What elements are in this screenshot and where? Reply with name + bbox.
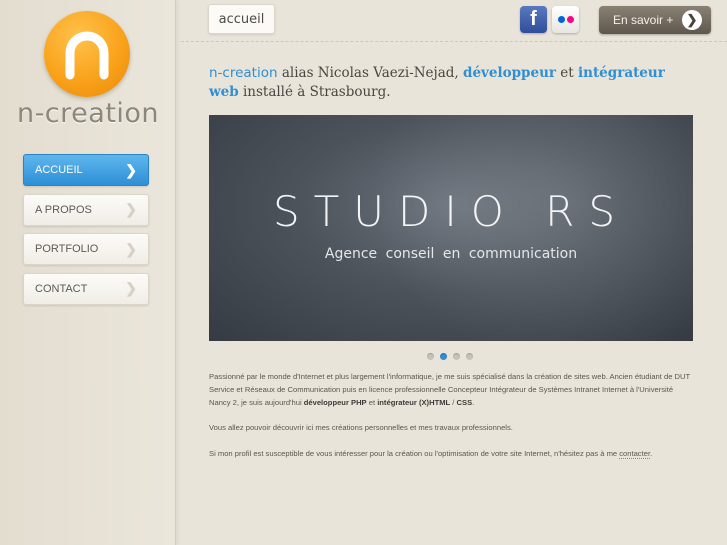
paragraph: Si mon profil est susceptible de vous in…: [209, 448, 653, 459]
image-slider[interactable]: STUDIO RS Agence conseil en communicatio…: [209, 115, 693, 341]
nav-item-label: ACCUEIL: [35, 164, 83, 176]
chevron-right-icon: ❯: [125, 280, 137, 296]
en-savoir-plus-button[interactable]: En savoir + ❯: [599, 6, 711, 34]
slide-title: STUDIO RS: [272, 187, 630, 236]
nav-item-a-propos[interactable]: A PROPOS ❯: [23, 193, 149, 226]
slider-dot-active[interactable]: [440, 353, 447, 360]
slider-dot[interactable]: [427, 353, 434, 360]
paragraph: Vous allez pouvoir découvrir ici mes cré…: [209, 423, 513, 433]
tab-accueil[interactable]: accueil: [208, 4, 275, 34]
flickr-icon[interactable]: [552, 6, 579, 33]
nav-item-label: A PROPOS: [35, 203, 92, 216]
paragraph: Passionné par le monde d'Internet et plu…: [209, 372, 691, 407]
chevron-right-icon: ❯: [682, 10, 702, 30]
intro-highlight: développeur: [463, 65, 556, 81]
chevron-right-icon: ❯: [125, 240, 137, 257]
facebook-icon[interactable]: f: [520, 6, 547, 33]
logo-text[interactable]: n-creation: [0, 98, 176, 129]
en-savoir-plus-label: En savoir +: [613, 13, 674, 27]
nav-item-contact[interactable]: CONTACT ❯: [23, 272, 149, 305]
sidebar: n-creation ACCUEIL ❯ A PROPOS ❯ PORTFOLI…: [0, 0, 176, 545]
slide-subtitle: Agence conseil en communication: [324, 246, 578, 262]
chevron-right-icon: ❯: [125, 161, 137, 178]
nav-item-label: CONTACT: [35, 282, 88, 295]
chevron-right-icon: ❯: [125, 201, 137, 217]
intro-part: installé à Strasbourg.: [238, 84, 391, 100]
brand-name: n-creation: [209, 65, 278, 81]
contact-link[interactable]: contacter: [619, 448, 651, 459]
nav-item-portfolio[interactable]: PORTFOLIO ❯: [23, 233, 149, 265]
logo-icon[interactable]: [44, 11, 130, 97]
slider-pagination: [427, 353, 473, 360]
intro-text: n-creation alias Nicolas Vaezi-Nejad, dé…: [209, 64, 679, 102]
nav-item-label: PORTFOLIO: [35, 243, 99, 255]
nav-item-accueil[interactable]: ACCUEIL ❯: [23, 154, 149, 186]
divider: [181, 41, 727, 42]
slider-dot[interactable]: [466, 353, 473, 360]
body-text: Passionné par le monde d'Internet et plu…: [209, 371, 693, 473]
main-nav: ACCUEIL ❯ A PROPOS ❯ PORTFOLIO ❯ CONTACT…: [23, 154, 149, 312]
intro-part: et: [556, 65, 578, 81]
slider-dot[interactable]: [453, 353, 460, 360]
intro-part: alias Nicolas Vaezi-Nejad,: [277, 65, 463, 81]
